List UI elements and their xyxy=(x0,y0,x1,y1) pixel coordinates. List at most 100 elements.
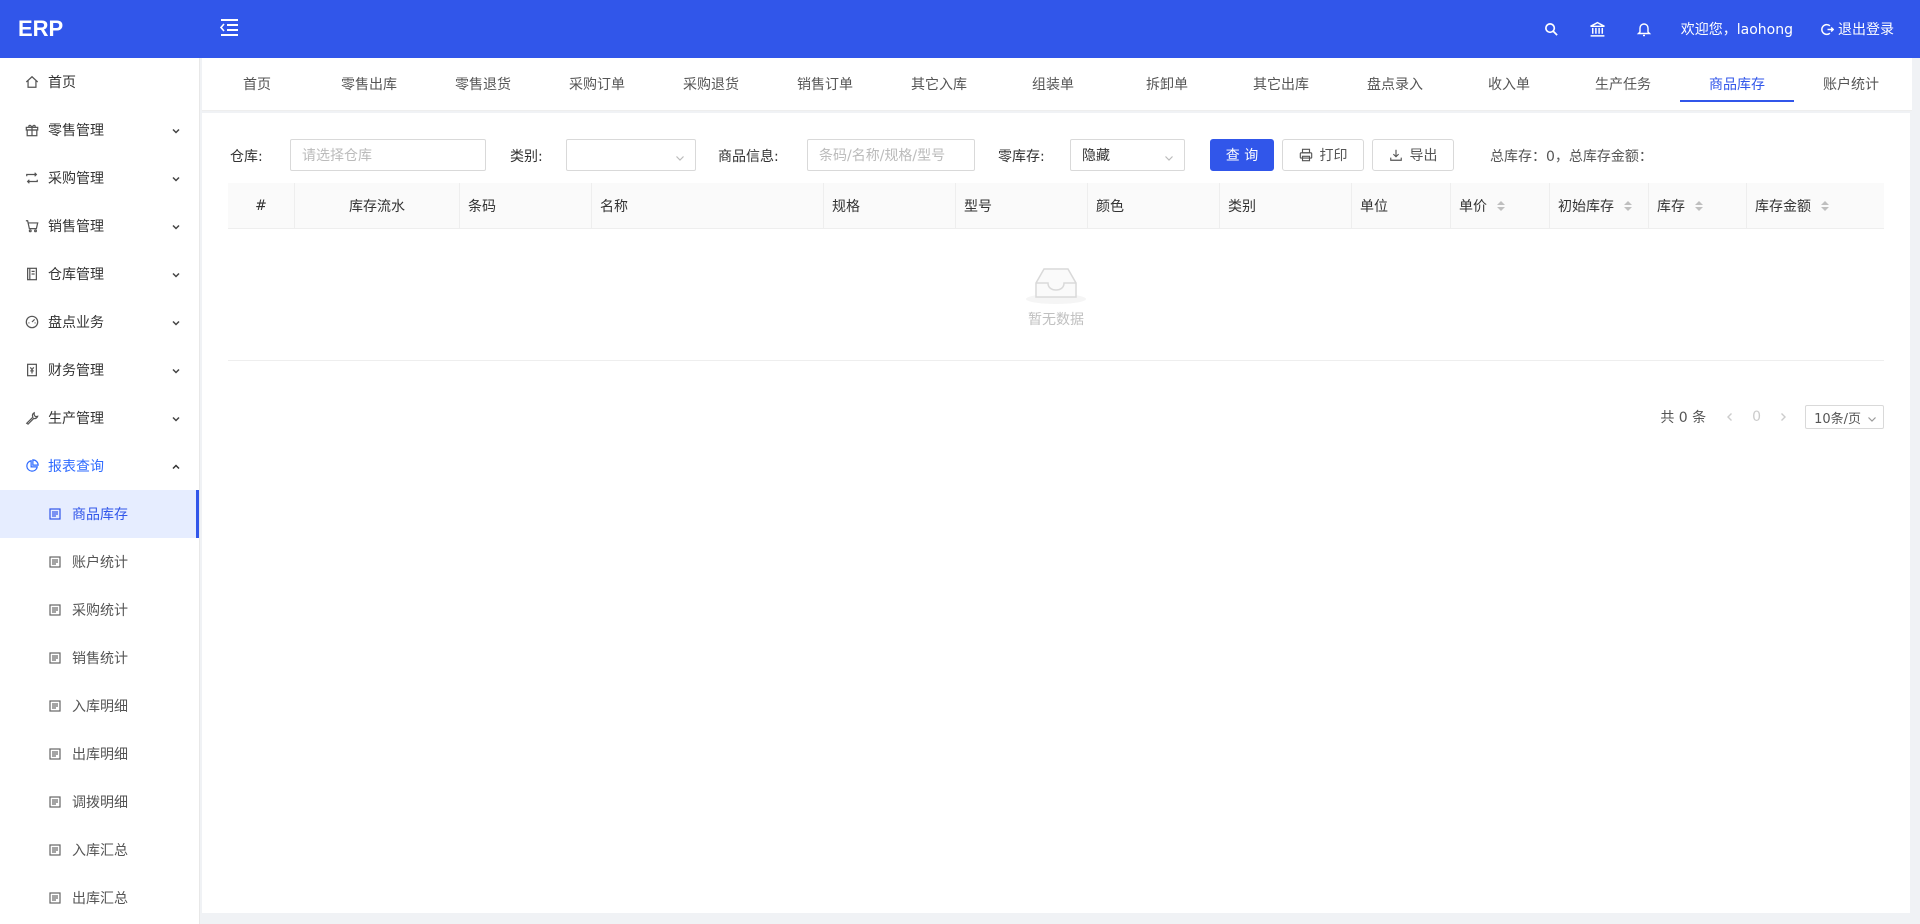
sidebar-item-label: 仓库管理 xyxy=(48,267,104,283)
sidebar-item-purchase[interactable]: 采购管理 xyxy=(0,154,199,202)
empty-inbox-icon xyxy=(1024,263,1088,305)
product-info-input[interactable]: 条码/名称/规格/型号 xyxy=(807,139,975,171)
doc-icon xyxy=(48,747,62,761)
sidebar-sub-label: 出库汇总 xyxy=(72,891,128,907)
next-page-icon[interactable] xyxy=(1777,411,1789,423)
query-button[interactable]: 查 询 xyxy=(1210,139,1274,171)
sidebar-sub-inbound-detail[interactable]: 入库明细 xyxy=(0,682,199,730)
page-size-select[interactable]: 10条/页 xyxy=(1805,405,1884,429)
tab-retail-out[interactable]: 零售出库 xyxy=(312,58,426,110)
chevron-down-icon xyxy=(171,124,181,134)
main-content: 仓库: 请选择仓库 类别: 商品信息: 条码/名称/规格/型号 零库存: 隐藏 … xyxy=(202,113,1910,913)
doc-icon xyxy=(48,795,62,809)
warehouse-input[interactable]: 请选择仓库 xyxy=(290,139,486,171)
bottom-scroll-strip xyxy=(202,913,1910,924)
sidebar-item-label: 财务管理 xyxy=(48,363,104,379)
chevron-down-icon xyxy=(171,412,181,422)
doc-icon xyxy=(48,843,62,857)
sidebar-item-label: 首页 xyxy=(48,75,76,91)
column-header-label: 初始库存 xyxy=(1558,199,1614,215)
logout-button[interactable]: 退出登录 xyxy=(1821,19,1894,39)
sidebar-item-retail[interactable]: 零售管理 xyxy=(0,106,199,154)
sidebar-item-sales[interactable]: 销售管理 xyxy=(0,202,199,250)
export-button[interactable]: 导出 xyxy=(1372,139,1454,171)
sidebar-sub-inbound-summary[interactable]: 入库汇总 xyxy=(0,826,199,874)
sidebar-item-label: 报表查询 xyxy=(48,459,104,475)
sidebar-item-inventory[interactable]: 盘点业务 xyxy=(0,298,199,346)
sidebar-sub-sales-stats[interactable]: 销售统计 xyxy=(0,634,199,682)
sidebar-sub-outbound-summary[interactable]: 出库汇总 xyxy=(0,874,199,922)
page-tabs: 首页 零售出库 零售退货 采购订单 采购退货 销售订单 其它入库 组装单 拆卸单… xyxy=(202,58,1912,111)
stock-summary: 总库存：0，总库存金额： xyxy=(1490,149,1653,165)
tab-other-out[interactable]: 其它出库 xyxy=(1224,58,1338,110)
page-size-value: 10条/页 xyxy=(1814,411,1861,427)
filter-bar: 仓库: 请选择仓库 类别: 商品信息: 条码/名称/规格/型号 零库存: 隐藏 … xyxy=(228,139,1888,171)
column-header-model: 型号 xyxy=(956,183,1088,229)
tab-purchase-order[interactable]: 采购订单 xyxy=(540,58,654,110)
zero-stock-select[interactable]: 隐藏 xyxy=(1070,139,1185,171)
column-header-stock[interactable]: 库存 xyxy=(1649,183,1747,229)
sidebar: 首页 零售管理 采购管理 销售管理 仓库管理 盘点业务 财务管理 生产管理 报表… xyxy=(0,58,200,924)
tab-purchase-return[interactable]: 采购退货 xyxy=(654,58,768,110)
sidebar-sub-label: 采购统计 xyxy=(72,603,128,619)
bank-icon[interactable] xyxy=(1589,20,1607,38)
column-header-initial-stock[interactable]: 初始库存 xyxy=(1550,183,1649,229)
sidebar-item-label: 生产管理 xyxy=(48,411,104,427)
sidebar-sub-label: 入库汇总 xyxy=(72,843,128,859)
tab-home[interactable]: 首页 xyxy=(202,58,312,110)
sidebar-item-finance[interactable]: 财务管理 xyxy=(0,346,199,394)
app-logo[interactable]: ERP xyxy=(0,16,200,42)
welcome-text: 欢迎您，laohong xyxy=(1680,22,1793,38)
tab-retail-return[interactable]: 零售退货 xyxy=(426,58,540,110)
home-icon xyxy=(24,74,40,90)
tab-disassembly[interactable]: 拆卸单 xyxy=(1110,58,1224,110)
column-header-barcode: 条码 xyxy=(460,183,592,229)
menu-fold-icon[interactable] xyxy=(218,16,240,38)
table-header: # 库存流水 条码 名称 规格 型号 颜色 类别 单位 单价 初始库存 库存 库… xyxy=(228,183,1884,229)
gift-icon xyxy=(24,122,40,138)
sidebar-sub-stock[interactable]: 商品库存 xyxy=(0,490,199,538)
printer-icon xyxy=(1299,148,1312,162)
pagination-current[interactable]: 0 xyxy=(1752,409,1761,425)
prev-page-icon[interactable] xyxy=(1724,411,1736,423)
sidebar-sub-purchase-stats[interactable]: 采购统计 xyxy=(0,586,199,634)
category-label: 类别: xyxy=(510,149,543,165)
sidebar-sub-outbound-detail[interactable]: 出库明细 xyxy=(0,730,199,778)
category-select[interactable] xyxy=(566,139,696,171)
column-header-label: 库存 xyxy=(1657,199,1685,215)
tab-income[interactable]: 收入单 xyxy=(1452,58,1566,110)
empty-text: 暂无数据 xyxy=(1028,311,1084,328)
product-info-label: 商品信息: xyxy=(718,149,779,165)
sort-icon[interactable] xyxy=(1695,199,1703,213)
sort-icon[interactable] xyxy=(1624,199,1632,213)
warehouse-label: 仓库: xyxy=(230,149,263,165)
tab-production-task[interactable]: 生产任务 xyxy=(1566,58,1680,110)
chevron-down-icon xyxy=(171,172,181,182)
doc-icon xyxy=(48,699,62,713)
tab-assembly[interactable]: 组装单 xyxy=(996,58,1110,110)
sidebar-item-home[interactable]: 首页 xyxy=(0,58,199,106)
sidebar-sub-account[interactable]: 账户统计 xyxy=(0,538,199,586)
column-header-index: # xyxy=(228,183,295,229)
tab-stocktake[interactable]: 盘点录入 xyxy=(1338,58,1452,110)
tab-other-in[interactable]: 其它入库 xyxy=(882,58,996,110)
column-header-unit: 单位 xyxy=(1352,183,1451,229)
print-label: 打印 xyxy=(1319,148,1348,164)
column-header-price[interactable]: 单价 xyxy=(1451,183,1550,229)
chevron-down-icon xyxy=(675,151,685,161)
print-button[interactable]: 打印 xyxy=(1282,139,1364,171)
search-icon[interactable] xyxy=(1543,20,1561,38)
tab-account-stats[interactable]: 账户统计 xyxy=(1794,58,1908,110)
sidebar-item-production[interactable]: 生产管理 xyxy=(0,394,199,442)
sidebar-sub-label: 销售统计 xyxy=(72,651,128,667)
sort-icon[interactable] xyxy=(1821,199,1829,213)
tab-product-stock[interactable]: 商品库存 xyxy=(1680,58,1794,110)
bell-icon[interactable] xyxy=(1635,20,1653,38)
column-header-stock-flow: 库存流水 xyxy=(295,183,460,229)
sidebar-item-warehouse[interactable]: 仓库管理 xyxy=(0,250,199,298)
sidebar-sub-transfer-detail[interactable]: 调拨明细 xyxy=(0,778,199,826)
sidebar-item-reports[interactable]: 报表查询 xyxy=(0,442,199,490)
tab-sales-order[interactable]: 销售订单 xyxy=(768,58,882,110)
column-header-stock-amount[interactable]: 库存金额 xyxy=(1747,183,1884,229)
sort-icon[interactable] xyxy=(1497,199,1505,213)
